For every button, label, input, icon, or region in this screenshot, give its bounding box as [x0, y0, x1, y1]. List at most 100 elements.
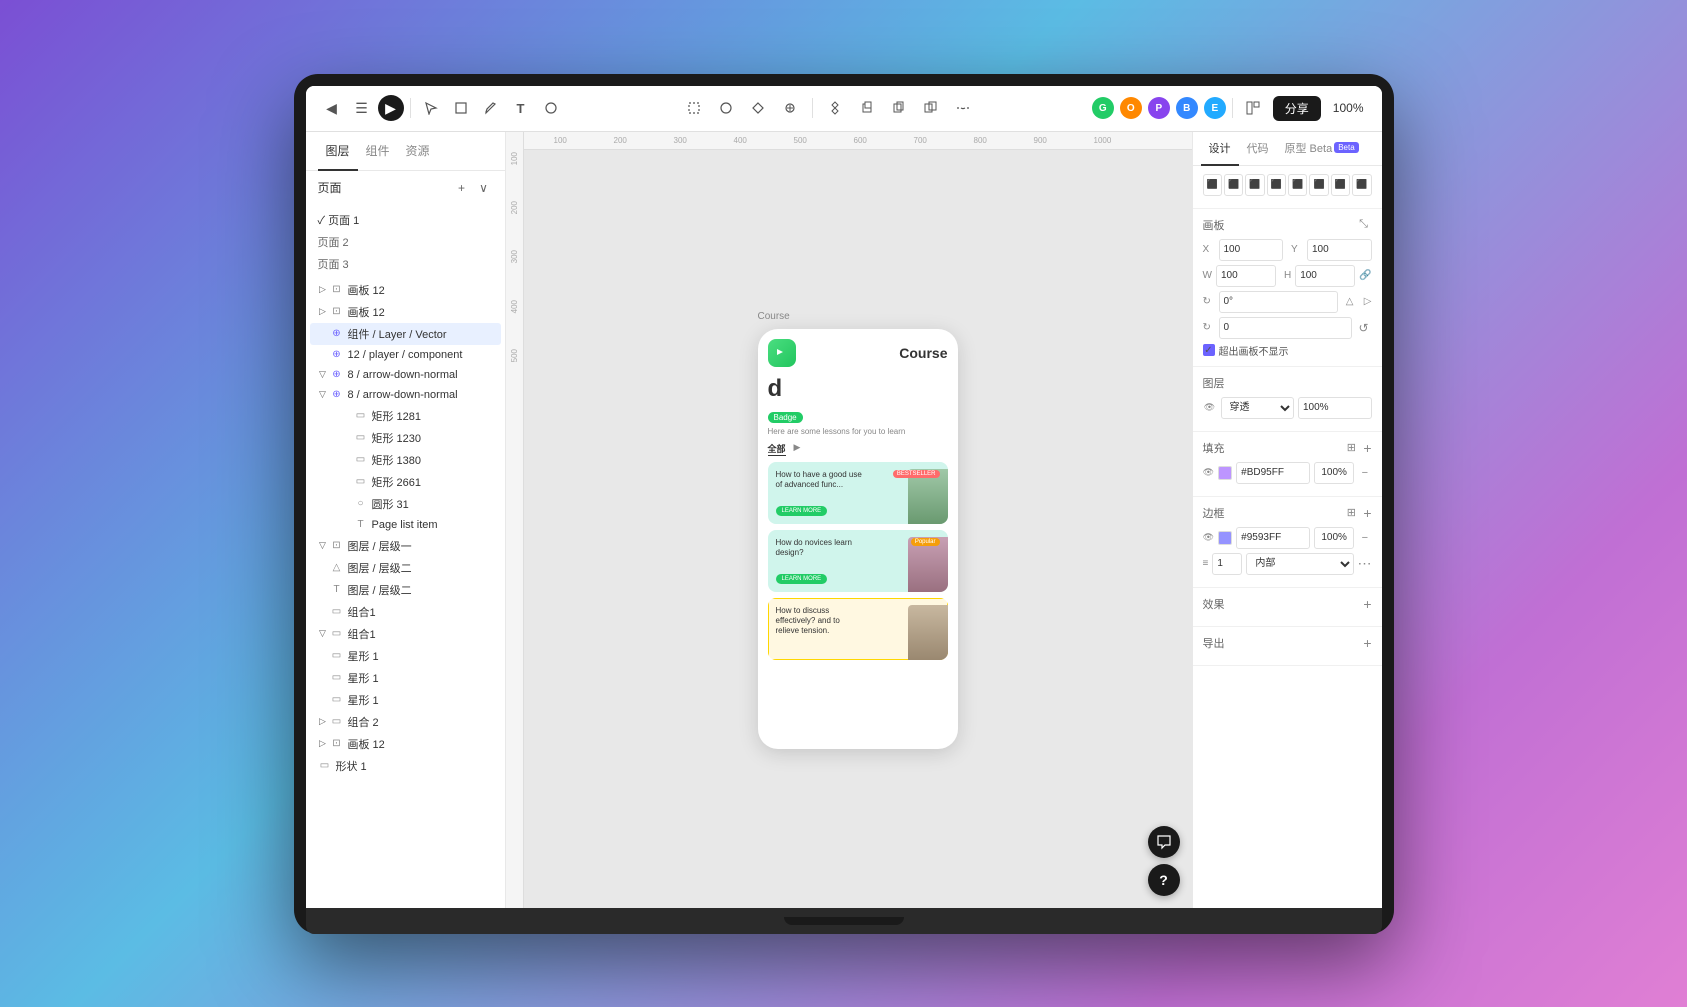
layer-star-2[interactable]: ▭ 星形 1 — [310, 667, 501, 689]
layer-group-1[interactable]: ▽ ⊡ 图层 / 层级一 — [310, 535, 501, 557]
stroke-opacity-input[interactable] — [1314, 527, 1354, 549]
corner-input[interactable] — [1219, 317, 1352, 339]
tab-design[interactable]: 设计 — [1201, 132, 1239, 166]
stroke-visibility-btn[interactable]: 👁 — [1203, 531, 1215, 545]
layer-circle-31[interactable]: ○ 圆形 31 — [310, 493, 501, 515]
layer-rect-1230[interactable]: ▭ 矩形 1230 — [310, 427, 501, 449]
paste-tool[interactable] — [885, 94, 913, 122]
fill-more-btn[interactable]: ⊞ — [1343, 440, 1359, 456]
share-button[interactable]: 分享 — [1273, 96, 1321, 121]
page-1[interactable]: ✓ 页面 1 — [306, 209, 505, 231]
layer-page-list[interactable]: T Page list item — [310, 515, 501, 535]
fill-visibility-btn[interactable]: 👁 — [1203, 466, 1215, 480]
layer-star-3[interactable]: ▭ 星形 1 — [310, 689, 501, 711]
stroke-color-swatch[interactable] — [1218, 531, 1232, 545]
canvas-area[interactable]: 100 200 300 400 500 600 700 800 900 1000… — [506, 132, 1192, 908]
layer-shape-1[interactable]: ▭ 形状 1 — [310, 755, 501, 777]
duplicate-tool[interactable] — [917, 94, 945, 122]
w-input[interactable] — [1216, 265, 1276, 287]
copy-tool[interactable] — [853, 94, 881, 122]
tab-components[interactable]: 组件 — [358, 132, 398, 171]
layer-frame-12b[interactable]: ▷ ⊡ 画板 12 — [310, 301, 501, 323]
add-page-btn[interactable]: + — [453, 179, 471, 197]
text-tool[interactable]: T — [507, 94, 535, 122]
tab-code[interactable]: 代码 — [1239, 132, 1277, 166]
back-button[interactable]: ◀ — [318, 94, 346, 122]
fill-add-btn[interactable]: + — [1363, 440, 1371, 456]
layer-text-2[interactable]: T 图层 / 层级二 — [310, 579, 501, 601]
fill-color-input[interactable] — [1236, 462, 1310, 484]
dist-h-btn[interactable]: ⬛ — [1331, 174, 1350, 196]
tab-assets[interactable]: 资源 — [398, 132, 438, 171]
fill-color-swatch[interactable] — [1218, 466, 1232, 480]
menu-button[interactable]: ☰ — [348, 94, 376, 122]
lock-ratio-btn[interactable]: 🔗 — [1359, 268, 1371, 284]
layer-rect-1281[interactable]: ▭ 矩形 1281 — [310, 405, 501, 427]
tab-prototype[interactable]: 原型 Beta Beta — [1277, 132, 1367, 166]
align-center-h-btn[interactable]: ⬛ — [1224, 174, 1243, 196]
stroke-width-input[interactable] — [1212, 553, 1242, 575]
fill-opacity-input[interactable] — [1314, 462, 1354, 484]
align-right-btn[interactable]: ⬛ — [1245, 174, 1264, 196]
effect-add-btn[interactable]: + — [1363, 596, 1371, 612]
layer-arrow-2[interactable]: ▽ ⊕ 8 / arrow-down-normal — [310, 385, 501, 405]
fab-help-button[interactable]: ? — [1148, 864, 1180, 896]
stroke-remove-btn[interactable]: − — [1358, 530, 1371, 546]
y-input[interactable] — [1307, 239, 1372, 261]
layer-rect-2661[interactable]: ▭ 矩形 2661 — [310, 471, 501, 493]
layer-group1-expanded[interactable]: ▽ ▭ 组合1 — [310, 623, 501, 645]
layer-group-in[interactable]: ▭ 组合1 — [310, 601, 501, 623]
page-3[interactable]: 页面 3 — [306, 253, 505, 275]
toggle-icon — [318, 350, 328, 360]
shape-tool[interactable] — [537, 94, 565, 122]
layer-arrow-1[interactable]: ▽ ⊕ 8 / arrow-down-normal — [310, 365, 501, 385]
component-tool[interactable] — [821, 94, 849, 122]
ellipse-tool[interactable] — [712, 94, 740, 122]
frame-expand-btn[interactable]: ⤡ — [1356, 217, 1372, 233]
select-tool[interactable] — [417, 94, 445, 122]
corner-refresh-btn[interactable]: ↺ — [1356, 320, 1372, 336]
page-2[interactable]: 页面 2 — [306, 231, 505, 253]
plus-tool[interactable] — [776, 94, 804, 122]
blend-mode-select[interactable]: 穿透 正常 叠加 — [1221, 397, 1295, 419]
align-center-v-btn[interactable]: ⬛ — [1288, 174, 1307, 196]
frame-tool[interactable] — [447, 94, 475, 122]
opacity-input[interactable] — [1298, 397, 1372, 419]
align-bottom-btn[interactable]: ⬛ — [1309, 174, 1328, 196]
diamond-tool[interactable] — [744, 94, 772, 122]
pages-menu-btn[interactable]: ∨ — [475, 179, 493, 197]
layer-star-1[interactable]: ▭ 星形 1 — [310, 645, 501, 667]
stroke-options-btn[interactable]: ⋯ — [1358, 555, 1372, 572]
align-top-btn[interactable]: ⬛ — [1267, 174, 1286, 196]
layer-component-vector[interactable]: ⊕ 组件 / Layer / Vector — [310, 323, 501, 345]
layer-path-2[interactable]: △ 图层 / 层级二 — [310, 557, 501, 579]
fab-chat-button[interactable] — [1148, 826, 1180, 858]
tab-layers[interactable]: 图层 — [318, 132, 358, 171]
layer-visibility-btn[interactable]: 👁 — [1203, 401, 1217, 415]
overflow-checkbox[interactable]: ✓ 超出画板不显示 — [1203, 343, 1372, 358]
rotation-input[interactable] — [1219, 291, 1338, 313]
x-input[interactable] — [1219, 239, 1284, 261]
layout-button[interactable] — [1239, 94, 1267, 122]
layer-player-component[interactable]: ⊕ 12 / player / component — [310, 345, 501, 365]
pen-tool[interactable] — [477, 94, 505, 122]
rect-icon: ▭ — [354, 431, 368, 445]
layer-frame-12a[interactable]: ▷ ⊡ 画板 12 — [310, 279, 501, 301]
layer-frame-12c[interactable]: ▷ ⊡ 画板 12 — [310, 733, 501, 755]
h-input[interactable] — [1295, 265, 1355, 287]
layer-group2[interactable]: ▷ ▭ 组合 2 — [310, 711, 501, 733]
card-tag-2: Popular — [911, 538, 940, 546]
transform-tool[interactable] — [680, 94, 708, 122]
fill-remove-btn[interactable]: − — [1358, 465, 1371, 481]
stroke-type-select[interactable]: 内部 外部 居中 — [1246, 553, 1353, 575]
zoom-button[interactable]: 100% — [1327, 99, 1370, 117]
stroke-color-input[interactable] — [1236, 527, 1310, 549]
stroke-more-btn[interactable]: ⊞ — [1343, 505, 1359, 521]
stroke-add-btn[interactable]: + — [1363, 505, 1371, 521]
export-add-btn[interactable]: + — [1363, 635, 1371, 651]
link-tool[interactable] — [949, 94, 977, 122]
layer-rect-1380[interactable]: ▭ 矩形 1380 — [310, 449, 501, 471]
align-left-btn[interactable]: ⬛ — [1203, 174, 1222, 196]
play-button[interactable]: ▶ — [378, 95, 404, 121]
dist-v-btn[interactable]: ⬛ — [1352, 174, 1371, 196]
